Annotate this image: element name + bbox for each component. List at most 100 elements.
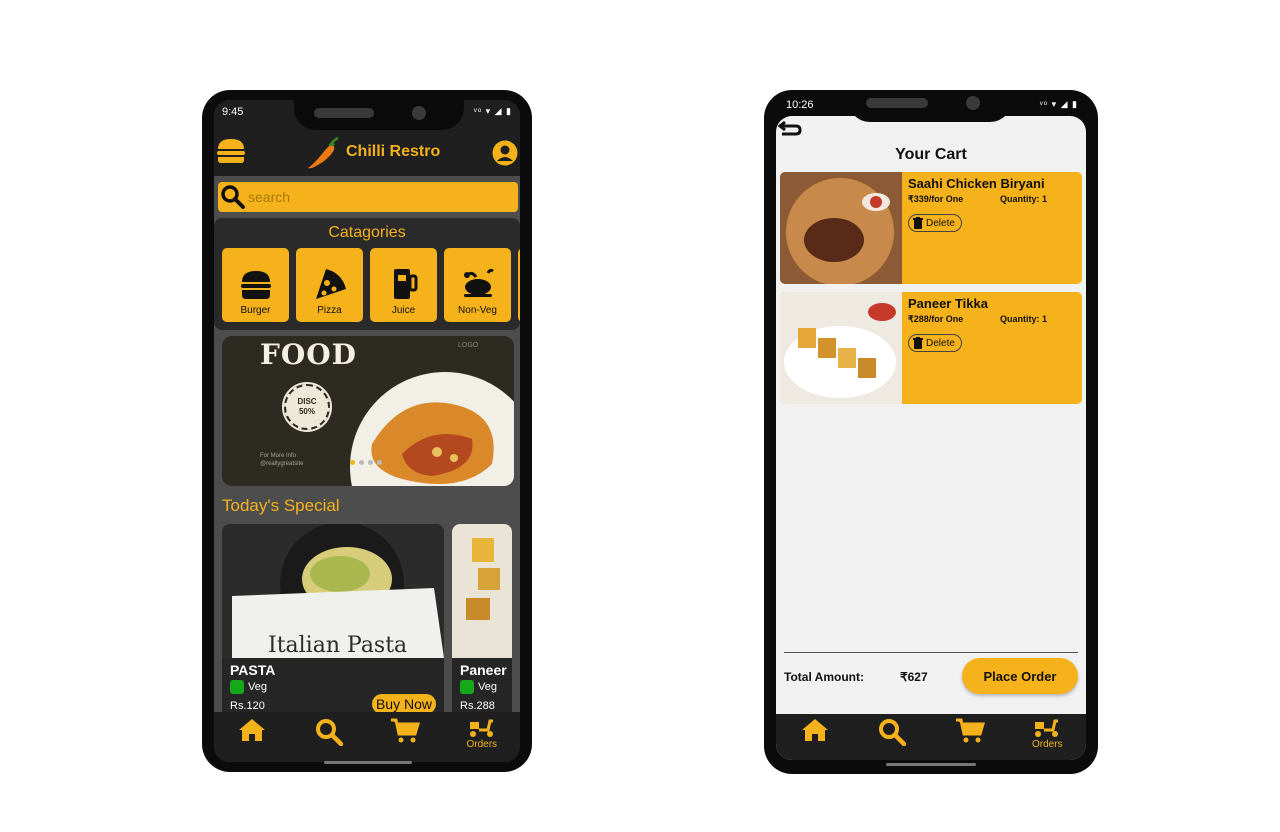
carousel-dots xyxy=(350,460,382,465)
carousel-dot[interactable] xyxy=(368,460,373,465)
pasta-image: Italian Pasta xyxy=(222,524,444,658)
camera xyxy=(966,96,980,110)
nav-cart[interactable] xyxy=(375,718,435,744)
banner-info: For More Info @reallygreatsite xyxy=(260,452,303,468)
delete-button[interactable]: Delete xyxy=(908,214,962,232)
delete-label: Delete xyxy=(926,337,955,349)
home-indicator[interactable] xyxy=(886,763,976,766)
cart-screen: Your Cart Saahi Chicken Biryani ₹339/for… xyxy=(776,116,1086,760)
cart-icon xyxy=(391,718,421,743)
dish-price: Rs.120 xyxy=(230,700,265,712)
back-arrow-icon[interactable] xyxy=(778,120,802,138)
category-pizza[interactable]: Pizza xyxy=(296,248,363,322)
delete-button[interactable]: Delete xyxy=(908,334,962,352)
veg-indicator: Veg xyxy=(230,680,267,694)
banner-logo: LOGO xyxy=(458,342,479,349)
nav-orders-label: Orders xyxy=(466,739,498,750)
veg-mark-icon xyxy=(460,680,474,694)
juice-icon xyxy=(393,269,417,299)
category-label: Burger xyxy=(240,305,271,316)
category-juice[interactable]: Juice xyxy=(370,248,437,322)
page: 9:45 ᵛᵒ ▾ ◢ ▮ Chilli Restro search Catag… xyxy=(0,0,1280,832)
menu-phone: 9:45 ᵛᵒ ▾ ◢ ▮ Chilli Restro search Catag… xyxy=(202,90,532,772)
category-non-veg[interactable]: Non-Veg xyxy=(444,248,511,322)
item-price: ₹339/for One xyxy=(908,194,964,204)
nav-orders-label: Orders xyxy=(1031,739,1063,750)
category-burger[interactable]: Burger xyxy=(222,248,289,322)
status-icons: ᵛᵒ ▾ ◢ ▮ xyxy=(473,106,512,116)
badge-line-1: DISC xyxy=(297,397,317,406)
banner-title: FOOD xyxy=(260,338,357,371)
category-label: Juice xyxy=(391,305,416,316)
veg-mark-icon xyxy=(230,680,244,694)
search-icon xyxy=(879,719,907,746)
carousel-dot[interactable] xyxy=(377,460,382,465)
buy-now-button[interactable]: Buy Now xyxy=(371,694,436,714)
phone-notch xyxy=(294,100,464,130)
burger-icon xyxy=(240,271,271,299)
camera xyxy=(412,106,426,120)
nav-orders[interactable]: Orders xyxy=(452,718,512,750)
cart-phone: 10:26 ᵛᵒ ▾ ◢ ▮ Your Cart Saahi Chicken B… xyxy=(764,90,1098,774)
search-bar xyxy=(218,182,518,212)
chilli-logo-icon xyxy=(308,136,339,169)
speaker xyxy=(866,98,928,108)
nav-orders[interactable]: Orders xyxy=(1017,718,1077,750)
status-icons: ᵛᵒ ▾ ◢ ▮ xyxy=(1039,99,1078,109)
chicken-icon xyxy=(463,268,494,297)
dish-card-paneer[interactable]: Paneer Veg Rs.288 xyxy=(452,524,512,720)
veg-label: Veg xyxy=(248,681,267,693)
nav-cart[interactable] xyxy=(940,718,1000,744)
biryani-image xyxy=(780,172,902,284)
category-label: Non-Veg xyxy=(458,305,497,316)
status-time: 10:26 xyxy=(786,99,814,111)
brand-name: Chilli Restro xyxy=(346,143,441,160)
brand: Chilli Restro xyxy=(304,134,440,170)
paneer-image xyxy=(452,524,512,658)
divider xyxy=(784,652,1078,653)
item-price: ₹288/for One xyxy=(908,314,964,324)
pizza-icon xyxy=(315,269,346,299)
item-name: Paneer Tikka xyxy=(908,296,988,311)
cart-item: Paneer Tikka ₹288/for One Quantity: 1 De… xyxy=(780,292,1082,404)
nav-home[interactable] xyxy=(222,718,282,742)
scooter-icon xyxy=(1035,719,1059,737)
promo-banner[interactable]: FOOD LOGO DISC 50% For More Info @really… xyxy=(222,336,514,486)
veg-indicator: Veg xyxy=(460,680,497,694)
discount-badge: DISC 50% xyxy=(282,382,332,432)
home-icon xyxy=(801,719,828,741)
trash-icon xyxy=(913,337,923,349)
category-next-peek[interactable] xyxy=(518,248,520,322)
bottom-nav: Orders xyxy=(776,714,1086,760)
categories-panel: Catagories Burger Pizza Juice Non-Veg xyxy=(214,218,520,330)
home-indicator[interactable] xyxy=(324,761,412,764)
veg-label: Veg xyxy=(478,681,497,693)
cart-item: Saahi Chicken Biryani ₹339/for One Quant… xyxy=(780,172,1082,284)
nav-search[interactable] xyxy=(862,718,922,746)
dish-name: Paneer xyxy=(460,662,507,678)
home-icon xyxy=(239,719,266,741)
cart-title: Your Cart xyxy=(895,146,967,163)
status-time: 9:45 xyxy=(222,106,244,118)
banner-info-line-2: @reallygreatsite xyxy=(260,461,304,467)
item-quantity: Quantity: 1 xyxy=(1000,314,1048,324)
burger-menu-icon[interactable] xyxy=(216,138,246,164)
scooter-icon xyxy=(469,719,493,737)
nav-search[interactable] xyxy=(299,718,359,746)
search-icon[interactable] xyxy=(220,184,246,210)
carousel-dot[interactable] xyxy=(350,460,355,465)
search-input[interactable] xyxy=(248,189,508,205)
dish-card-pasta[interactable]: Italian Pasta PASTA Veg Rs.120 Buy Now xyxy=(222,524,444,720)
trash-icon xyxy=(913,217,923,229)
phone-notch xyxy=(848,90,1012,122)
place-order-button[interactable]: Place Order xyxy=(962,658,1078,694)
carousel-dot[interactable] xyxy=(359,460,364,465)
total-value: ₹627 xyxy=(900,670,928,684)
todays-special-list: Italian Pasta PASTA Veg Rs.120 Buy Now P… xyxy=(222,524,512,720)
nav-home[interactable] xyxy=(785,718,845,742)
user-circle-icon[interactable] xyxy=(492,140,518,166)
dish-name: PASTA xyxy=(230,662,276,678)
banner-info-line-1: For More Info xyxy=(260,453,297,459)
todays-special-title: Today's Special xyxy=(222,496,340,515)
bottom-nav: Orders xyxy=(214,712,520,762)
